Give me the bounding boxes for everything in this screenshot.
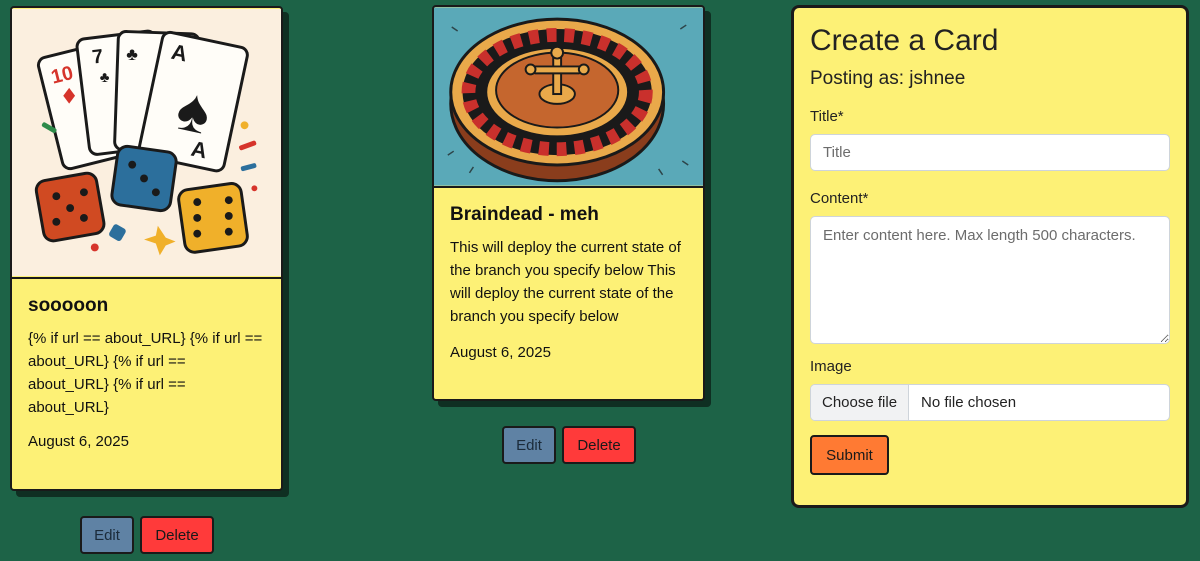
content-textarea[interactable]	[810, 216, 1170, 344]
content-label: Content*	[810, 190, 869, 207]
file-status: No file chosen	[921, 394, 1017, 411]
card-date: August 6, 2025	[28, 433, 129, 450]
form-heading: Create a Card	[810, 24, 999, 57]
title-input[interactable]	[810, 134, 1170, 171]
create-card-form: Create a Card Posting as: jshnee Title* …	[791, 5, 1189, 508]
svg-text:♣: ♣	[100, 70, 110, 86]
delete-button[interactable]: Delete	[562, 426, 636, 464]
post-card: 10 7 ♣ ♣ A ♠ A sooooon {% if url == abou…	[10, 6, 283, 491]
image-label: Image	[810, 358, 852, 375]
delete-button[interactable]: Delete	[140, 516, 214, 554]
edit-button[interactable]: Edit	[80, 516, 134, 554]
roulette-wheel-icon	[434, 7, 703, 188]
card-date: August 6, 2025	[450, 344, 551, 361]
posting-as-label: Posting as: jshnee	[810, 68, 966, 89]
submit-button[interactable]: Submit	[810, 435, 889, 475]
card-content: {% if url == about_URL} {% if url == abo…	[28, 330, 263, 416]
card-title: Braindead - meh	[450, 204, 599, 225]
image-file-input[interactable]: Choose file No file chosen	[810, 384, 1170, 421]
card-title: sooooon	[28, 295, 109, 316]
card-content: This will deploy the current state of th…	[450, 239, 681, 325]
choose-file-button[interactable]: Choose file	[811, 385, 910, 420]
svg-text:♣: ♣	[126, 44, 138, 64]
edit-button[interactable]: Edit	[502, 426, 556, 464]
title-label: Title*	[810, 108, 844, 125]
post-card: Braindead - meh This will deploy the cur…	[432, 5, 705, 401]
playing-cards-and-dice-icon: 10 7 ♣ ♣ A ♠ A	[12, 8, 281, 279]
